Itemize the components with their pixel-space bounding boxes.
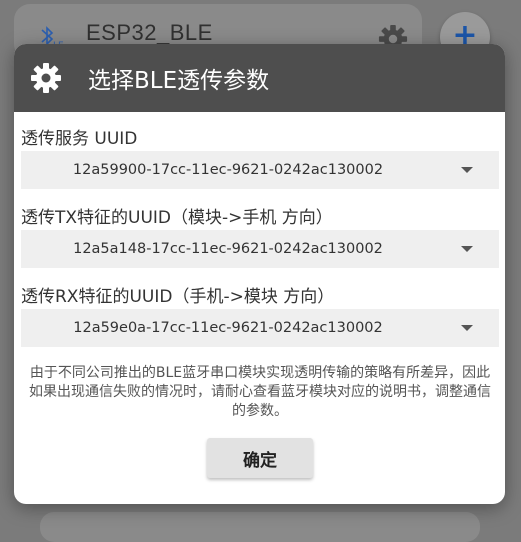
dialog-title: 选择BLE透传参数 xyxy=(88,68,270,94)
service-uuid-value: 12a59900-17cc-11ec-9621-0242ac130002 xyxy=(72,162,384,178)
rx-uuid-select[interactable]: 12a59e0a-17cc-11ec-9621-0242ac130002 xyxy=(21,309,499,347)
dropdown-arrow-icon xyxy=(461,167,473,173)
rx-uuid-label: 透传RX特征的UUID（手机->模块 方向） xyxy=(21,287,335,307)
tx-uuid-label: 透传TX特征的UUID（模块->手机 方向） xyxy=(21,208,333,228)
dialog-header: 选择BLE透传参数 xyxy=(14,44,505,112)
tx-uuid-select[interactable]: 12a5a148-17cc-11ec-9621-0242ac130002 xyxy=(21,230,499,268)
tx-uuid-value: 12a5a148-17cc-11ec-9621-0242ac130002 xyxy=(73,241,383,257)
background-card xyxy=(40,512,480,542)
device-name: ESP32_BLE xyxy=(86,20,213,45)
service-uuid-label: 透传服务 UUID xyxy=(21,129,138,149)
rx-uuid-value: 12a59e0a-17cc-11ec-9621-0242ac130002 xyxy=(73,320,383,336)
confirm-button[interactable]: 确定 xyxy=(207,438,313,478)
service-uuid-select[interactable]: 12a59900-17cc-11ec-9621-0242ac130002 xyxy=(21,151,499,189)
dropdown-arrow-icon xyxy=(461,325,473,331)
compatibility-note: 由于不同公司推出的BLE蓝牙串口模块实现透明传输的策略有所差异，因此如果出现通信… xyxy=(29,365,491,419)
gear-icon xyxy=(30,62,62,94)
dropdown-arrow-icon xyxy=(461,246,473,252)
ble-params-dialog: 选择BLE透传参数 透传服务 UUID 12a59900-17cc-11ec-9… xyxy=(14,44,505,504)
